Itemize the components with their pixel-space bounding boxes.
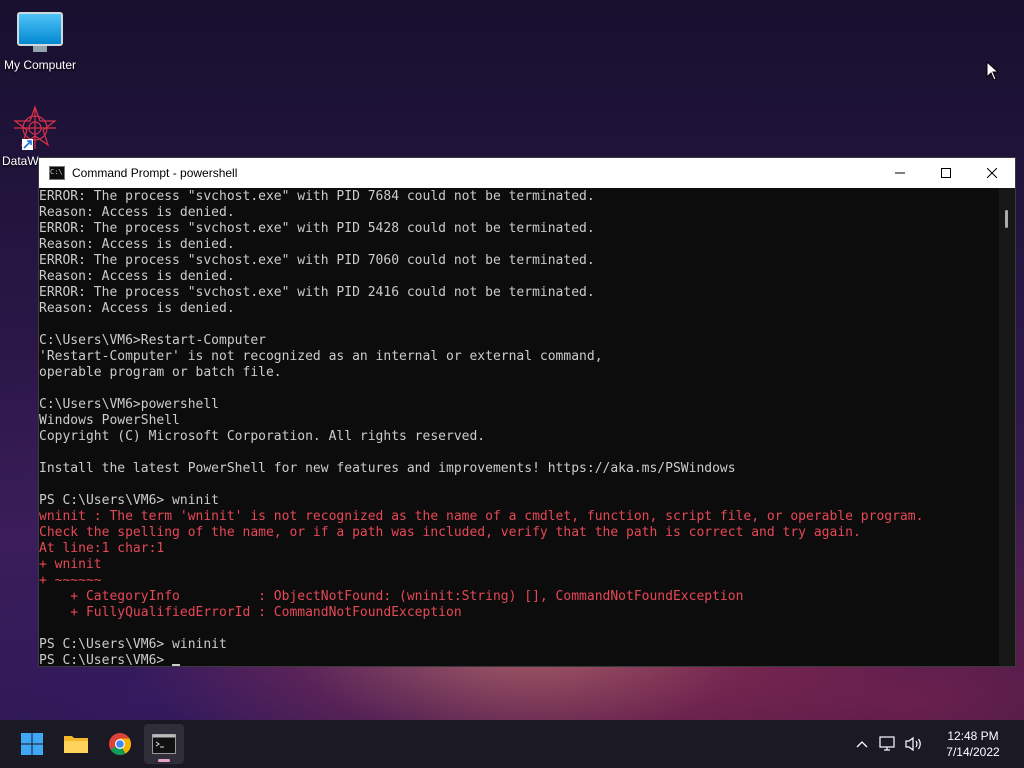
minimize-button[interactable] [877,158,923,188]
close-button[interactable] [969,158,1015,188]
console-line: ERROR: The process "svchost.exe" with PI… [39,189,595,204]
monitor-icon [17,12,63,52]
desktop-icon-label: My Computer [3,58,77,72]
network-button[interactable] [876,732,900,756]
show-hidden-icons-button[interactable] [850,732,874,756]
console-line: Reason: Access is denied. [39,237,235,252]
console-line: PS C:\Users\VM6> wininit [39,637,227,652]
console-prompt-line[interactable]: PS C:\Users\VM6> [39,653,999,666]
console-line: wninit : The term 'wninit' is not recogn… [39,509,924,524]
prompt-text: PS C:\Users\VM6> [39,653,173,666]
text-cursor [172,664,181,666]
terminal-button[interactable] [144,724,184,764]
console-line: C:\Users\VM6>powershell [39,397,220,412]
console-line: operable program or batch file. [39,365,282,380]
console-line: + CategoryInfo : ObjectNotFound: (wninit… [39,589,744,604]
console-line: At line:1 char:1 [39,541,165,556]
system-tray: 12:48 PM 7/14/2022 [850,720,1024,768]
console-line: 'Restart-Computer' is not recognized as … [39,349,603,364]
console-line: Windows PowerShell [39,413,180,428]
console-line: ERROR: The process "svchost.exe" with PI… [39,285,595,300]
taskbar: 12:48 PM 7/14/2022 [0,720,1024,768]
console-line: Install the latest PowerShell for new fe… [39,461,736,476]
console-line: ERROR: The process "svchost.exe" with PI… [39,221,595,236]
window-title: Command Prompt - powershell [72,166,238,180]
console-line: PS C:\Users\VM6> wninit [39,493,220,508]
console-line: + wninit [39,557,102,572]
clock-time: 12:48 PM [947,729,999,743]
file-explorer-icon [64,736,88,753]
terminal-icon [152,734,176,754]
console-line: + ~~~~~~ [39,573,102,588]
vertical-scrollbar[interactable] [999,188,1015,666]
command-prompt-window[interactable]: C:\ Command Prompt - powershell ERROR: T… [38,157,1016,667]
window-titlebar[interactable]: C:\ Command Prompt - powershell [39,158,1015,188]
start-button[interactable] [12,724,52,764]
console-line: Copyright (C) Microsoft Corporation. All… [39,429,486,444]
chrome-icon [109,733,131,755]
close-icon [987,168,997,178]
console-line: C:\Users\VM6>Restart-Computer [39,333,266,348]
maximize-icon [941,168,951,178]
desktop-icon-my-computer[interactable]: My Computer [0,12,80,72]
console-line: + FullyQualifiedErrorId : CommandNotFoun… [39,605,462,620]
maximize-button[interactable] [923,158,969,188]
chrome-button[interactable] [100,724,140,764]
console-output[interactable]: ERROR: The process "svchost.exe" with PI… [39,188,999,666]
console-lines: ERROR: The process "svchost.exe" with PI… [39,188,999,653]
mouse-cursor-icon [986,61,1000,81]
cmd-app-icon: C:\ [49,166,65,180]
volume-icon [905,736,921,752]
network-icon [879,736,895,751]
taskbar-clock[interactable]: 12:48 PM 7/14/2022 [934,728,1012,760]
console-line: Reason: Access is denied. [39,301,235,316]
volume-button[interactable] [902,732,926,756]
clock-date: 7/14/2022 [946,745,1000,759]
minimize-icon [895,172,905,174]
console-line: ERROR: The process "svchost.exe" with PI… [39,253,595,268]
chevron-up-icon [856,741,868,748]
console-line: Reason: Access is denied. [39,205,235,220]
scrollbar-thumb[interactable] [1005,210,1008,228]
dataw-app-icon [13,105,57,150]
start-icon [21,733,43,755]
console-line: Check the spelling of the name, or if a … [39,525,861,540]
console-line: Reason: Access is denied. [39,269,235,284]
file-explorer-button[interactable] [56,724,96,764]
